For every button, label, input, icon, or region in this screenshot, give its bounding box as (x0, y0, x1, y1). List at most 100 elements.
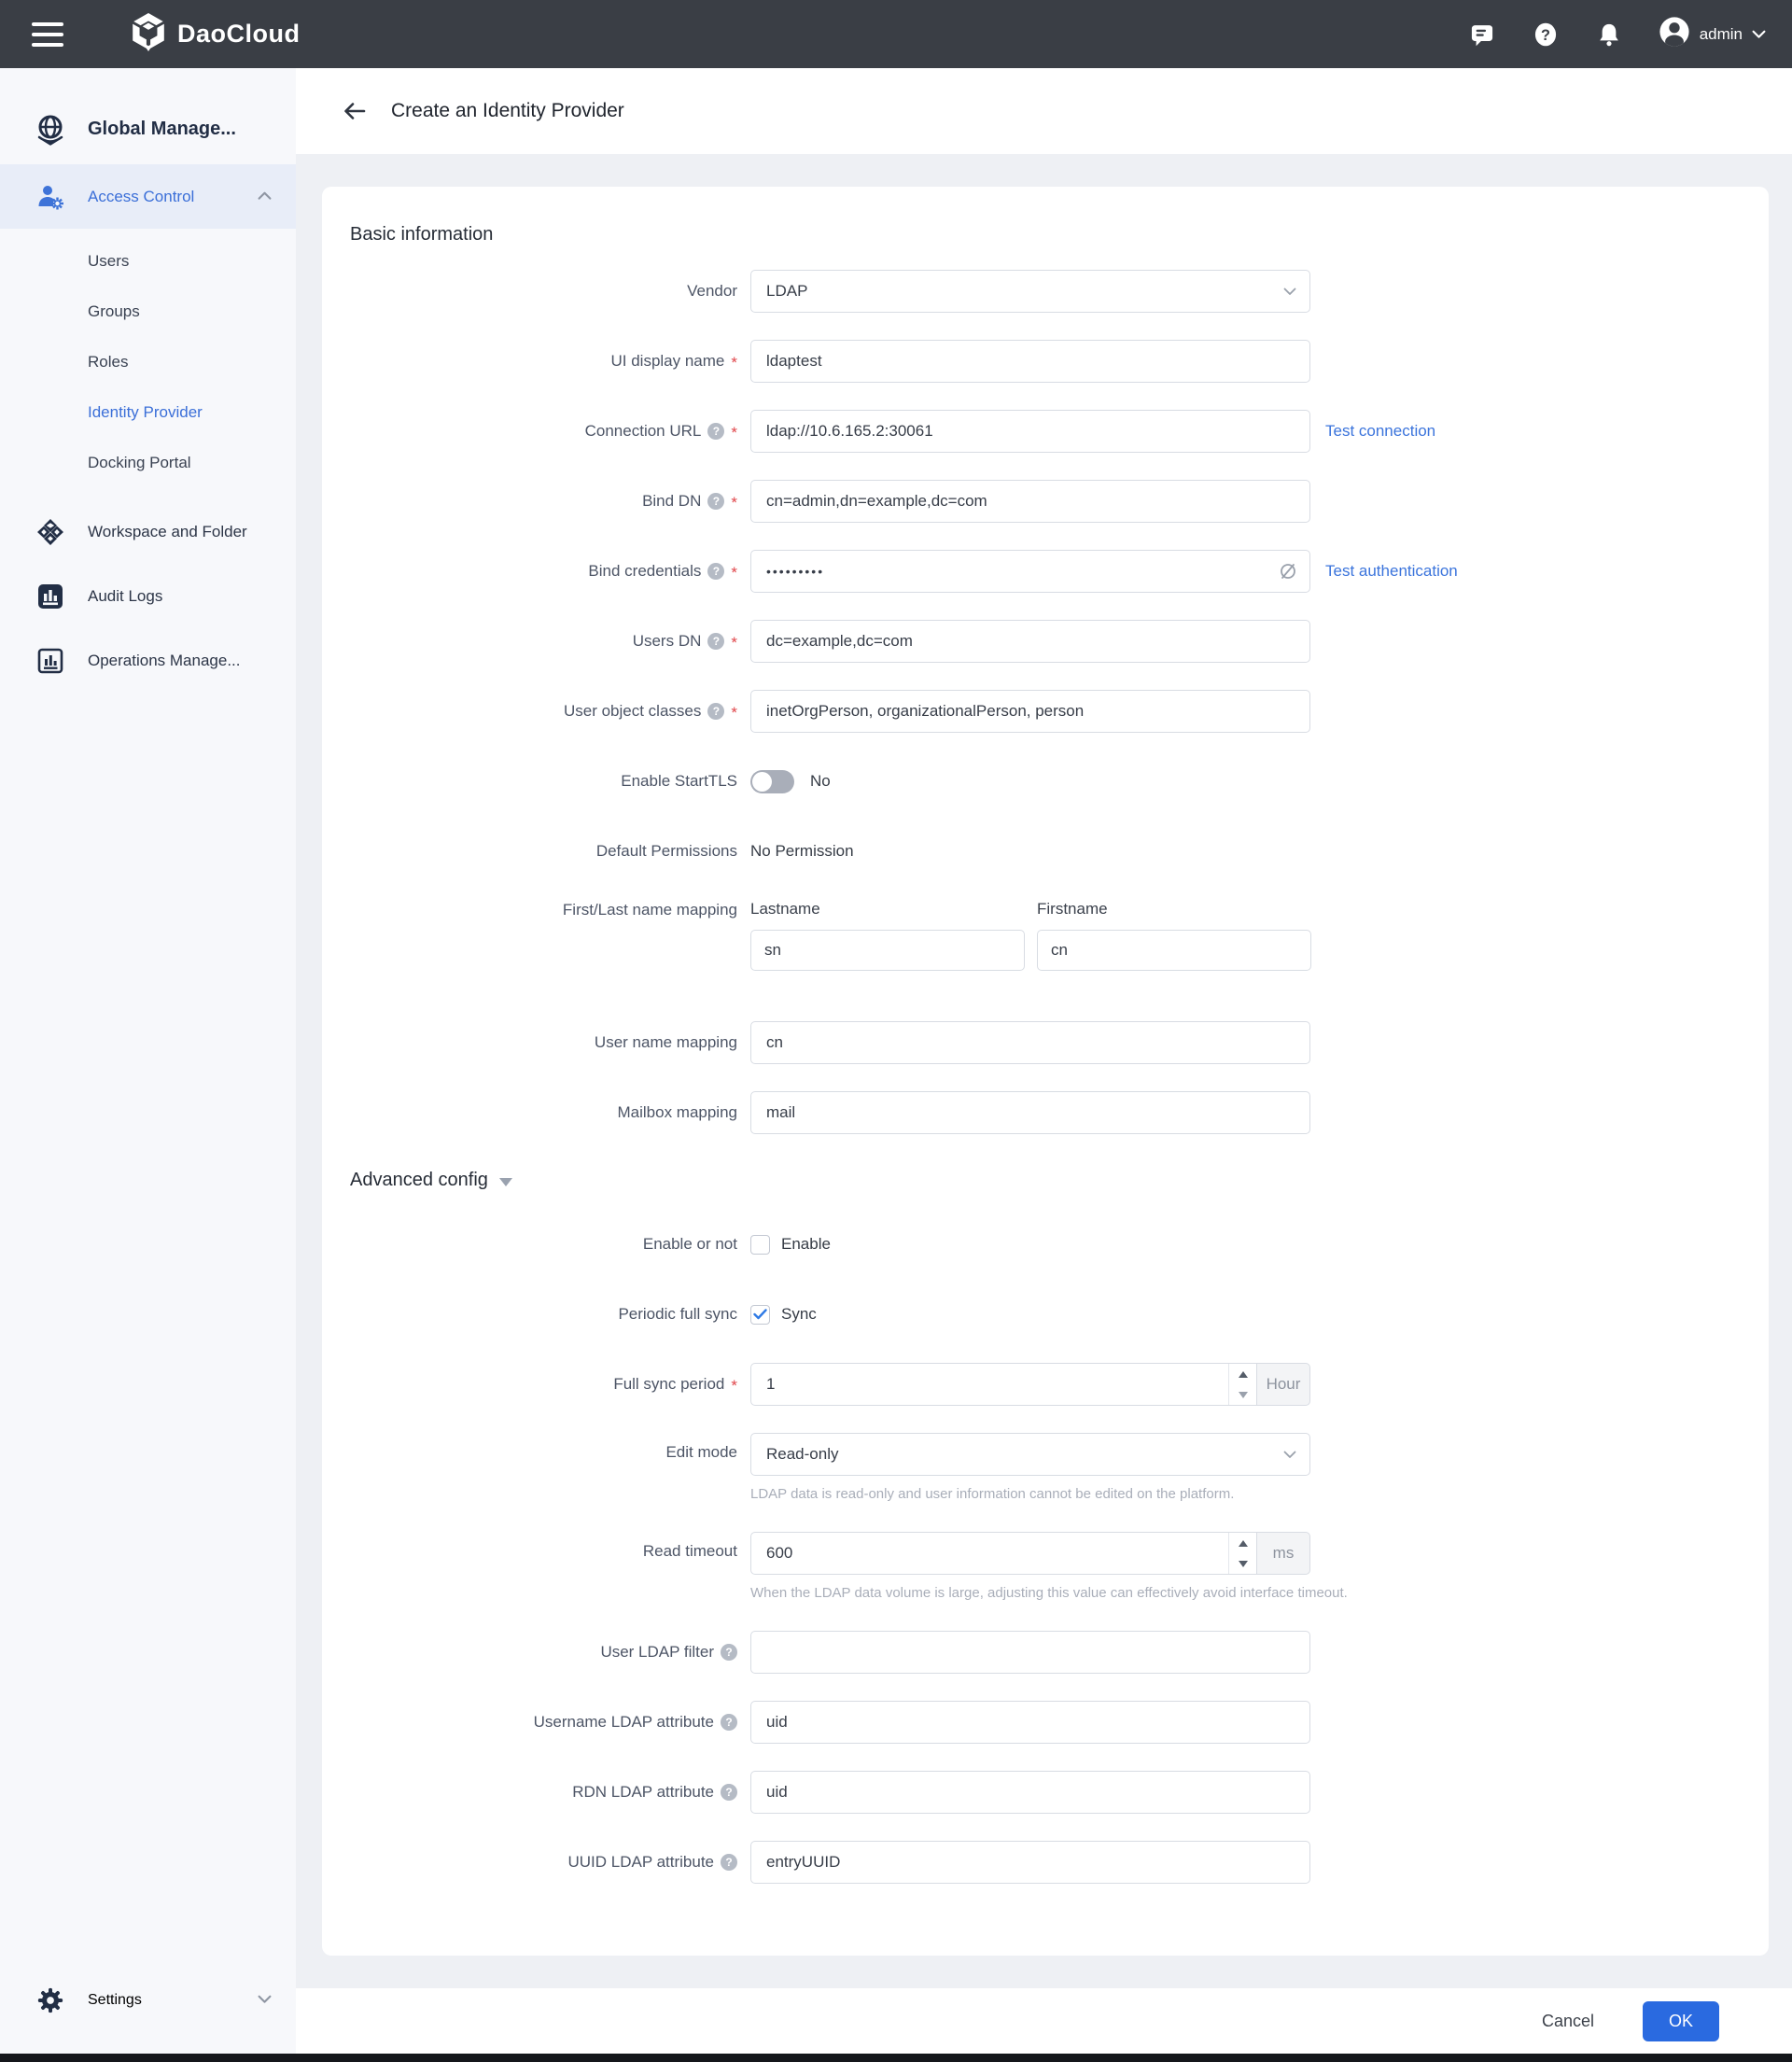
action-footer: Cancel OK (296, 1988, 1792, 2054)
svg-text:?: ? (1541, 26, 1550, 43)
section-advanced-config[interactable]: Advanced config (350, 1170, 1731, 1191)
full-sync-period-input[interactable] (750, 1363, 1257, 1406)
bottom-edge-strip (0, 2054, 1792, 2062)
brand-logo: DaoCloud (131, 12, 301, 56)
sidebar-item-docking-portal[interactable]: Docking Portal (0, 438, 296, 488)
read-timeout-helper-text: When the LDAP data volume is large, adju… (750, 1585, 1348, 1601)
help-circle-icon[interactable]: ? (707, 423, 725, 440)
sidebar-item-settings[interactable]: Settings (0, 1975, 296, 2026)
help-circle-icon[interactable]: ? (721, 1644, 737, 1661)
help-icon[interactable]: ? (1532, 21, 1560, 49)
vendor-row: Vendor LDAP (350, 270, 1731, 313)
rdn-ldap-attribute-row: RDN LDAP attribute ? (350, 1771, 1731, 1814)
sidebar-item-access-control[interactable]: Access Control (0, 164, 296, 229)
username-label: admin (1699, 24, 1743, 43)
chevron-down-icon (1752, 30, 1766, 38)
triangle-down-icon (498, 1177, 512, 1186)
username-ldap-attribute-input[interactable] (750, 1701, 1310, 1744)
bind-credentials-label: Bind credentials (588, 562, 702, 580)
help-circle-icon[interactable]: ? (721, 1784, 737, 1801)
spinner-down-button[interactable] (1229, 1384, 1256, 1405)
form-card: Basic information Vendor LDAP UI display… (322, 187, 1769, 1956)
back-arrow-icon[interactable] (343, 99, 367, 123)
help-circle-icon[interactable]: ? (707, 493, 725, 510)
enable-starttls-row: Enable StartTLS No (350, 760, 1731, 803)
required-asterisk: * (731, 354, 737, 372)
users-dn-input[interactable] (750, 620, 1310, 663)
ok-button[interactable]: OK (1642, 2000, 1719, 2041)
starttls-toggle[interactable] (750, 769, 794, 793)
full-sync-period-row: Full sync period * H (350, 1363, 1731, 1406)
spinner-up-button[interactable] (1229, 1533, 1256, 1553)
test-authentication-link[interactable]: Test authentication (1325, 562, 1458, 581)
username-ldap-attribute-row: Username LDAP attribute ? (350, 1701, 1731, 1744)
notifications-bell-icon[interactable] (1595, 21, 1623, 49)
sidebar-item-label: Access Control (88, 187, 195, 205)
page-header: Create an Identity Provider (296, 68, 1792, 154)
default-permissions-label: Default Permissions (595, 842, 737, 860)
enable-starttls-label: Enable StartTLS (621, 772, 737, 790)
avatar (1659, 16, 1690, 52)
user-name-mapping-input[interactable] (750, 1021, 1310, 1064)
unit-addon: ms (1256, 1532, 1310, 1575)
sidebar-item-groups[interactable]: Groups (0, 287, 296, 337)
spinner-up-button[interactable] (1229, 1364, 1256, 1384)
bind-dn-input[interactable] (750, 480, 1310, 523)
users-dn-row: Users DN ? * (350, 620, 1731, 663)
spinner-down-button[interactable] (1229, 1553, 1256, 1574)
gear-icon (34, 1986, 67, 2014)
user-object-classes-row: User object classes ? * (350, 690, 1731, 733)
access-control-submenu: Users Groups Roles Identity Provider Doc… (0, 236, 296, 488)
user-ldap-filter-row: User LDAP filter ? (350, 1631, 1731, 1674)
required-asterisk: * (731, 704, 737, 722)
vendor-select[interactable]: LDAP (750, 270, 1310, 313)
sidebar-item-roles[interactable]: Roles (0, 337, 296, 387)
help-circle-icon[interactable]: ? (707, 703, 725, 720)
sidebar-item-label: Workspace and Folder (88, 522, 247, 540)
bind-credentials-input[interactable] (750, 550, 1310, 593)
sidebar-item-users[interactable]: Users (0, 236, 296, 287)
rdn-ldap-attribute-input[interactable] (750, 1771, 1310, 1814)
bind-credentials-row: Bind credentials ? * ••••••••• Test auth… (350, 550, 1731, 593)
uuid-ldap-attribute-input[interactable] (750, 1841, 1310, 1884)
sync-checkbox[interactable] (750, 1304, 770, 1325)
mailbox-mapping-input[interactable] (750, 1091, 1310, 1134)
workspace-pinwheel-icon (34, 517, 67, 547)
help-circle-icon[interactable]: ? (721, 1714, 737, 1731)
connection-url-label: Connection URL (584, 422, 702, 440)
sidebar: Global Manage... Access Control Users Gr… (0, 68, 296, 2054)
help-circle-icon[interactable]: ? (721, 1854, 737, 1871)
user-ldap-filter-input[interactable] (750, 1631, 1310, 1674)
sidebar-item-identity-provider[interactable]: Identity Provider (0, 387, 296, 438)
help-circle-icon[interactable]: ? (707, 563, 725, 580)
messages-icon[interactable] (1468, 21, 1496, 49)
enable-checkbox-label: Enable (781, 1235, 831, 1253)
audit-logs-icon (34, 582, 67, 611)
uuid-ldap-attribute-row: UUID LDAP attribute ? (350, 1841, 1731, 1884)
test-connection-link[interactable]: Test connection (1325, 422, 1435, 441)
required-asterisk: * (731, 564, 737, 582)
edit-mode-select[interactable]: Read-only (750, 1433, 1310, 1476)
cancel-button[interactable]: Cancel (1542, 2012, 1594, 2031)
hamburger-menu-icon[interactable] (32, 21, 63, 47)
topbar-actions: ? admin (1468, 16, 1766, 52)
sidebar-item-operations-management[interactable]: Operations Manage... (0, 628, 296, 693)
enable-checkbox[interactable] (750, 1234, 770, 1255)
read-timeout-input[interactable] (750, 1532, 1257, 1575)
default-permissions-row: Default Permissions No Permission (350, 830, 1731, 873)
sidebar-item-label: Global Manage... (88, 119, 236, 139)
sidebar-item-workspace-and-folder[interactable]: Workspace and Folder (0, 499, 296, 564)
eye-slash-icon[interactable] (1278, 561, 1298, 586)
sidebar-item-audit-logs[interactable]: Audit Logs (0, 564, 296, 628)
connection-url-input[interactable] (750, 410, 1310, 453)
sidebar-item-global-management[interactable]: Global Manage... (0, 94, 296, 164)
user-object-classes-input[interactable] (750, 690, 1310, 733)
edit-mode-row: Edit mode Read-only LDAP data is read-on… (350, 1433, 1731, 1502)
firstname-input[interactable] (1037, 930, 1311, 971)
lastname-input[interactable] (750, 930, 1025, 971)
help-circle-icon[interactable]: ? (707, 633, 725, 650)
ui-display-name-input[interactable] (750, 340, 1310, 383)
user-object-classes-label: User object classes (563, 702, 702, 720)
user-menu[interactable]: admin (1659, 16, 1766, 52)
vendor-label: Vendor (687, 282, 737, 300)
